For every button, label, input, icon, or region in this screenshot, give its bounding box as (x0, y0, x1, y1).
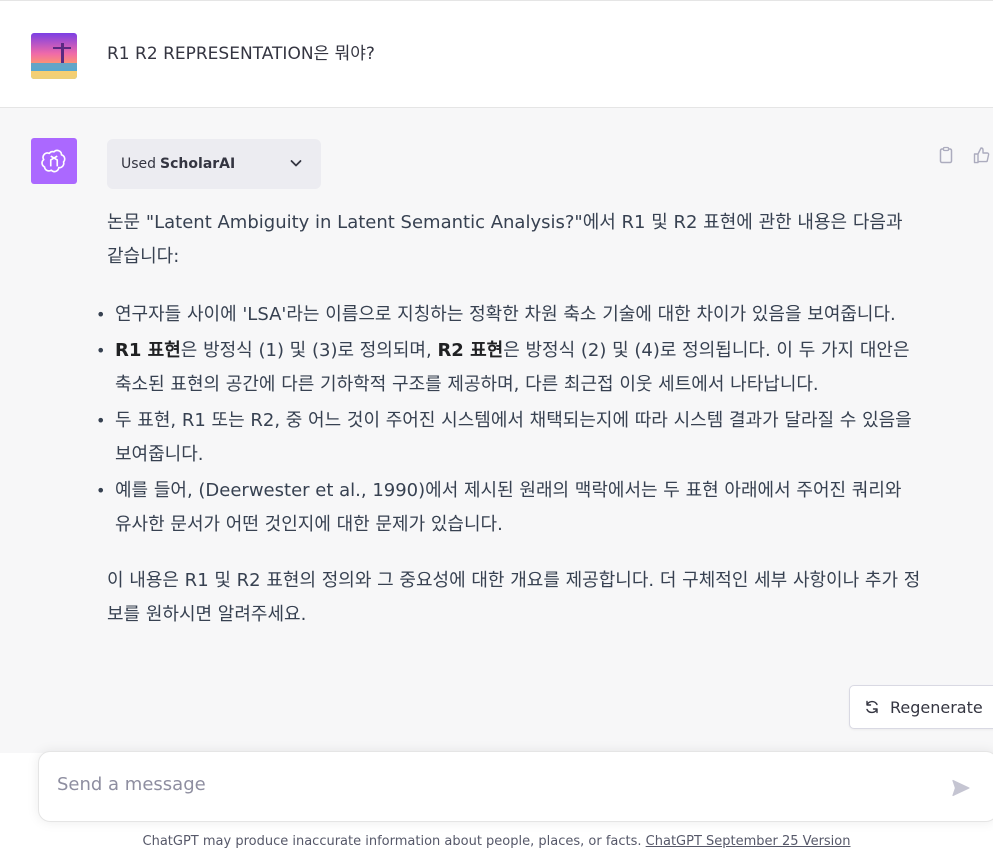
answer-outro: 이 내용은 R1 및 R2 표현의 정의와 그 중요성에 대한 개요를 제공합니… (107, 570, 921, 625)
user-message-row: R1 R2 REPRESENTATION은 뭐야? (0, 0, 993, 108)
assistant-message-row: Used ScholarAI 논문 "Latent Ambiguity in L… (0, 108, 993, 753)
bold-term: R2 표현 (437, 340, 504, 361)
list-item-text: 은 방정식 (1) 및 (3)로 정의되며, (180, 340, 438, 361)
user-message-text: R1 R2 REPRESENTATION은 뭐야? (107, 44, 375, 64)
user-avatar-image (31, 33, 77, 79)
disclaimer-footer: ChatGPT may produce inaccurate informati… (0, 834, 993, 849)
chevron-down-icon (289, 156, 303, 174)
plugin-used-toggle[interactable]: Used ScholarAI (107, 139, 321, 189)
assistant-avatar (31, 138, 77, 184)
regenerate-label: Regenerate (890, 697, 983, 717)
thumbs-up-icon[interactable] (971, 144, 993, 166)
answer-bullet-list: 연구자들 사이에 'LSA'라는 이름으로 지칭하는 정확한 차원 축소 기술에… (96, 298, 922, 542)
list-item: 예를 들어, (Deerwester et al., 1990)에서 제시된 원… (96, 474, 922, 542)
list-item: 두 표현, R1 또는 R2, 중 어느 것이 주어진 시스템에서 채택되는지에… (96, 404, 922, 472)
openai-logo-icon (41, 149, 66, 173)
disclaimer-text: ChatGPT may produce inaccurate informati… (142, 834, 646, 849)
list-item: R1 표현은 방정식 (1) 및 (3)로 정의되며, R2 표현은 방정식 (… (96, 334, 922, 402)
message-input[interactable] (57, 774, 917, 795)
message-composer (38, 751, 993, 822)
regenerate-button[interactable]: Regenerate (849, 685, 993, 729)
send-button[interactable] (949, 776, 973, 800)
plugin-used-label: Used (121, 156, 157, 172)
refresh-icon (864, 699, 880, 715)
user-avatar (31, 33, 77, 79)
version-link[interactable]: ChatGPT September 25 Version (646, 834, 851, 849)
message-actions (935, 144, 993, 166)
send-icon (952, 779, 970, 797)
assistant-answer: 논문 "Latent Ambiguity in Latent Semantic … (96, 206, 922, 632)
list-item: 연구자들 사이에 'LSA'라는 이름으로 지칭하는 정확한 차원 축소 기술에… (96, 298, 922, 332)
clipboard-icon[interactable] (935, 144, 957, 166)
answer-intro: 논문 "Latent Ambiguity in Latent Semantic … (107, 212, 903, 267)
plugin-name: ScholarAI (160, 156, 236, 172)
bold-term: R1 표현 (115, 340, 181, 361)
